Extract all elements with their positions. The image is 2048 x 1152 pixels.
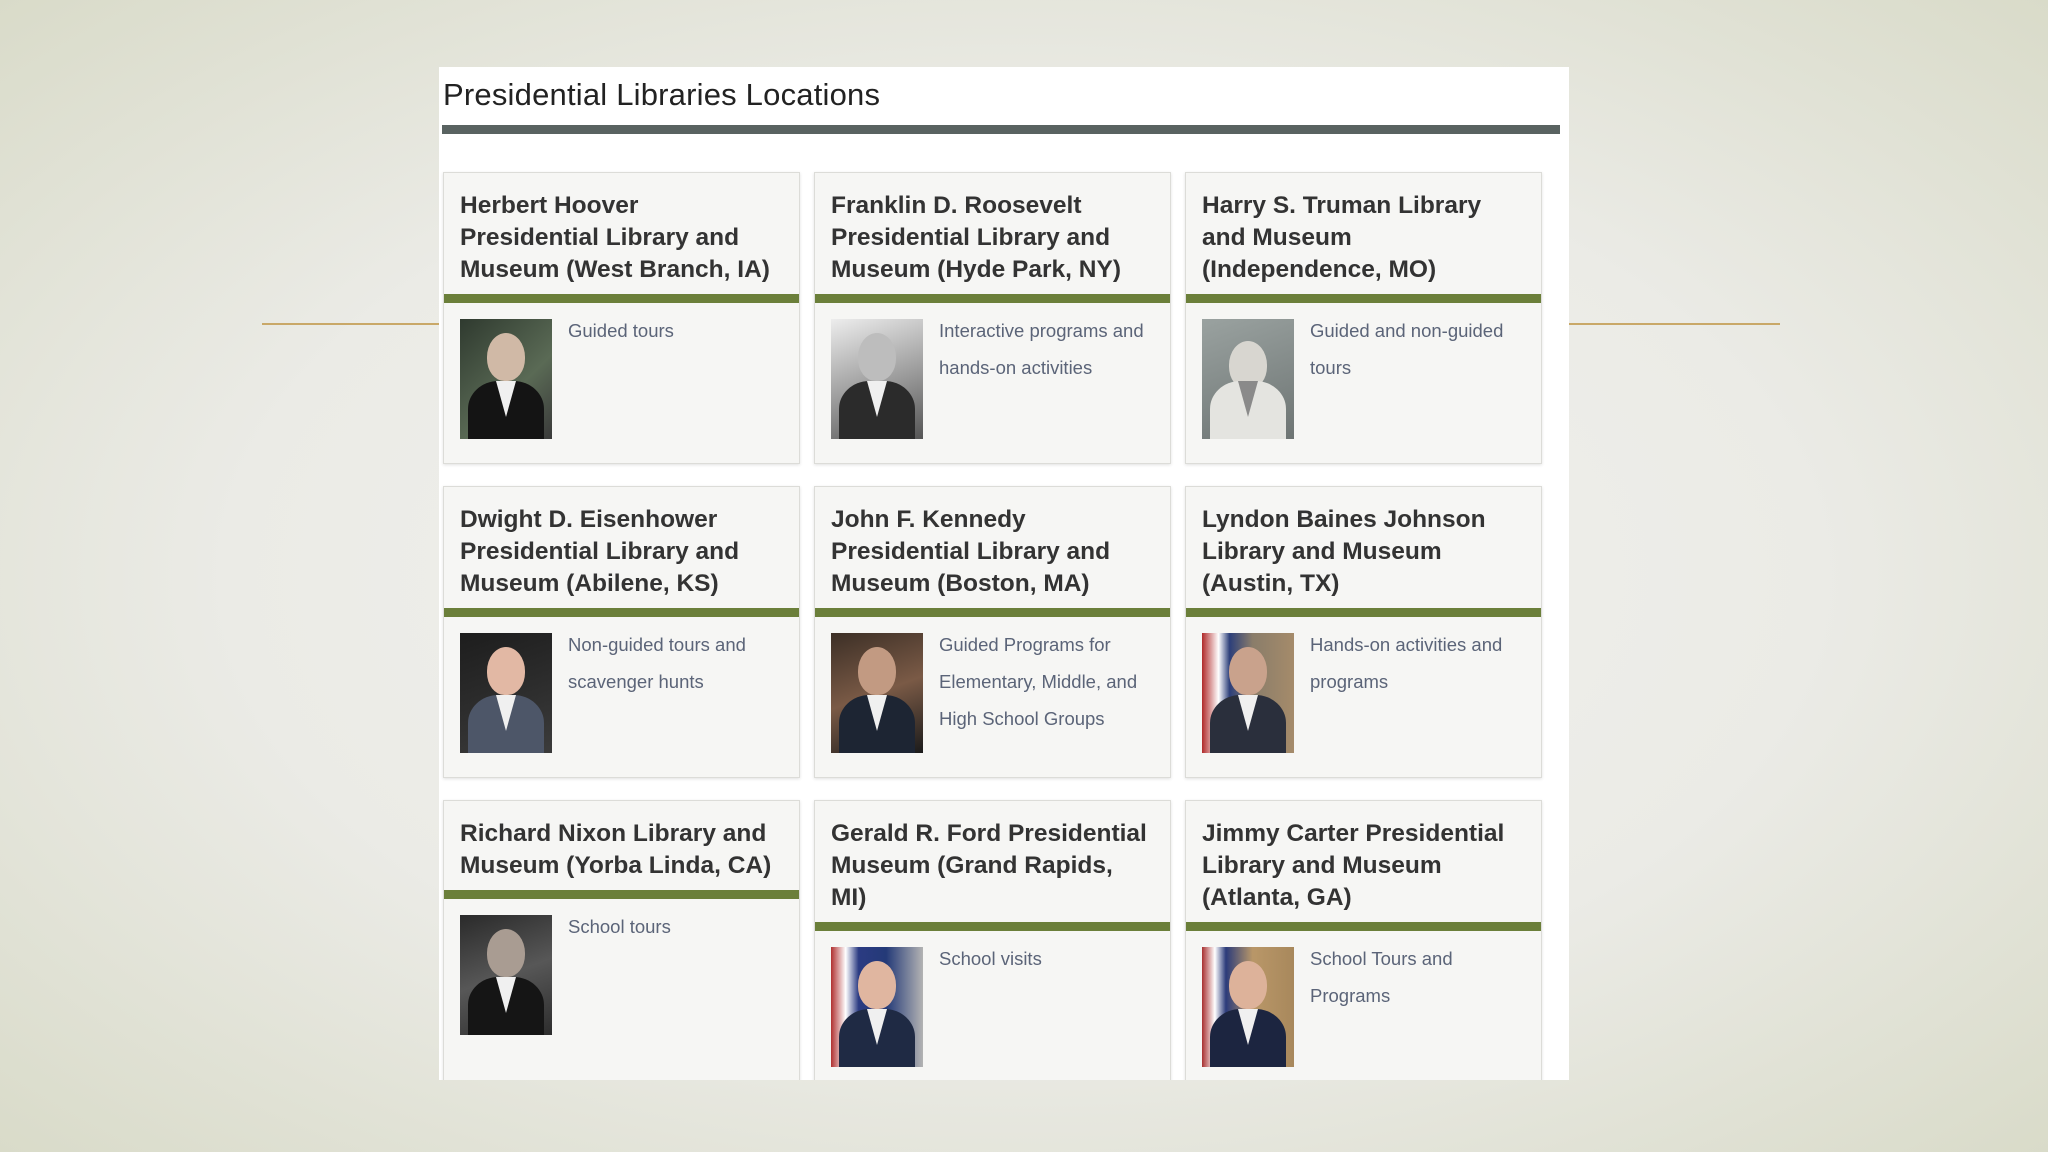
page-title: Presidential Libraries Locations xyxy=(443,77,881,112)
decorative-line-left xyxy=(262,323,442,325)
library-name[interactable]: Dwight D. Eisenhower Presidential Librar… xyxy=(444,487,799,617)
library-name[interactable]: Jimmy Carter Presidential Library and Mu… xyxy=(1186,801,1541,931)
library-description: Guided and non-guided tours xyxy=(1310,320,1504,378)
library-card[interactable]: John F. Kennedy Presidential Library and… xyxy=(814,486,1171,778)
library-description: School tours xyxy=(568,916,671,937)
library-card[interactable]: Gerald R. Ford Presidential Museum (Gran… xyxy=(814,800,1171,1080)
library-name[interactable]: John F. Kennedy Presidential Library and… xyxy=(815,487,1170,617)
president-portrait-icon xyxy=(460,915,552,1035)
library-description: Guided tours xyxy=(568,320,674,341)
library-card[interactable]: Franklin D. Roosevelt Presidential Libra… xyxy=(814,172,1171,464)
library-card[interactable]: Herbert Hoover Presidential Library and … xyxy=(443,172,800,464)
library-card[interactable]: Lyndon Baines Johnson Library and Museum… xyxy=(1185,486,1542,778)
library-name[interactable]: Herbert Hoover Presidential Library and … xyxy=(444,173,799,303)
president-portrait-icon xyxy=(831,319,923,439)
library-description: School Tours and Programs xyxy=(1310,948,1453,1006)
president-portrait-icon xyxy=(460,633,552,753)
president-portrait-icon xyxy=(460,319,552,439)
president-portrait-icon xyxy=(831,947,923,1067)
library-card[interactable]: Dwight D. Eisenhower Presidential Librar… xyxy=(443,486,800,778)
library-name[interactable]: Lyndon Baines Johnson Library and Museum… xyxy=(1186,487,1541,617)
decorative-line-right xyxy=(1568,323,1780,325)
library-description: Hands-on activities and programs xyxy=(1310,634,1503,692)
president-portrait-icon xyxy=(1202,633,1294,753)
library-description: Interactive programs and hands-on activi… xyxy=(939,320,1144,378)
president-portrait-icon xyxy=(831,633,923,753)
library-name[interactable]: Richard Nixon Library and Museum (Yorba … xyxy=(444,801,799,899)
president-portrait-icon xyxy=(1202,319,1294,439)
library-card[interactable]: Jimmy Carter Presidential Library and Mu… xyxy=(1185,800,1542,1080)
library-description: Non-guided tours and scavenger hunts xyxy=(568,634,746,692)
president-portrait-icon xyxy=(1202,947,1294,1067)
library-card[interactable]: Harry S. Truman Library and Museum (Inde… xyxy=(1185,172,1542,464)
library-card[interactable]: Richard Nixon Library and Museum (Yorba … xyxy=(443,800,800,1080)
library-description: School visits xyxy=(939,948,1042,969)
library-grid: Herbert Hoover Presidential Library and … xyxy=(443,172,1543,1080)
library-name[interactable]: Gerald R. Ford Presidential Museum (Gran… xyxy=(815,801,1170,931)
library-name[interactable]: Franklin D. Roosevelt Presidential Libra… xyxy=(815,173,1170,303)
libraries-panel: Presidential Libraries Locations Herbert… xyxy=(439,67,1569,1080)
library-name[interactable]: Harry S. Truman Library and Museum (Inde… xyxy=(1186,173,1541,303)
library-description: Guided Programs for Elementary, Middle, … xyxy=(939,634,1138,729)
title-divider xyxy=(442,125,1560,134)
